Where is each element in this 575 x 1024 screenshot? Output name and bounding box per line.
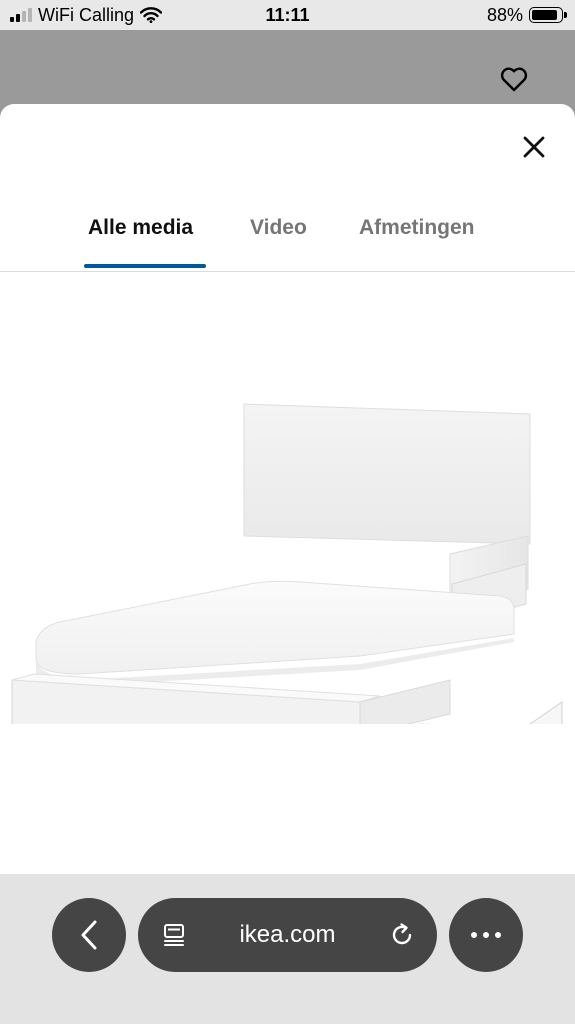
tab-overview-icon[interactable] (162, 922, 188, 948)
wifi-icon (140, 7, 163, 23)
more-dots-icon (471, 932, 501, 938)
status-left: WiFi Calling (10, 4, 163, 26)
reload-icon[interactable] (389, 922, 415, 948)
battery-percent: 88% (486, 4, 523, 25)
battery-icon (529, 7, 567, 23)
status-right: 88% (486, 4, 567, 26)
page-backdrop (0, 30, 575, 105)
active-tab-indicator (84, 264, 206, 268)
clock: 11:11 (265, 4, 310, 25)
close-icon[interactable] (521, 134, 547, 160)
chevron-left-icon (81, 920, 97, 950)
status-bar: WiFi Calling 11:11 88% (0, 0, 575, 30)
address-bar[interactable]: ikea.com (138, 898, 437, 972)
heart-outline-icon[interactable] (499, 64, 529, 94)
tab-video[interactable]: Video (250, 216, 307, 240)
tab-afmetingen[interactable]: Afmetingen (359, 216, 475, 240)
browser-toolbar: ikea.com (0, 874, 575, 1024)
media-tabs: Alle media Video Afmetingen (0, 212, 575, 272)
signal-icon (10, 8, 32, 22)
carrier-label: WiFi Calling (38, 4, 135, 25)
product-image[interactable] (0, 384, 575, 724)
more-button[interactable] (449, 898, 523, 972)
back-button[interactable] (52, 898, 126, 972)
battery-fill (532, 10, 557, 20)
media-modal: Alle media Video Afmetingen (0, 104, 575, 874)
tab-alle-media[interactable]: Alle media (88, 216, 193, 240)
url-text: ikea.com (239, 921, 336, 948)
